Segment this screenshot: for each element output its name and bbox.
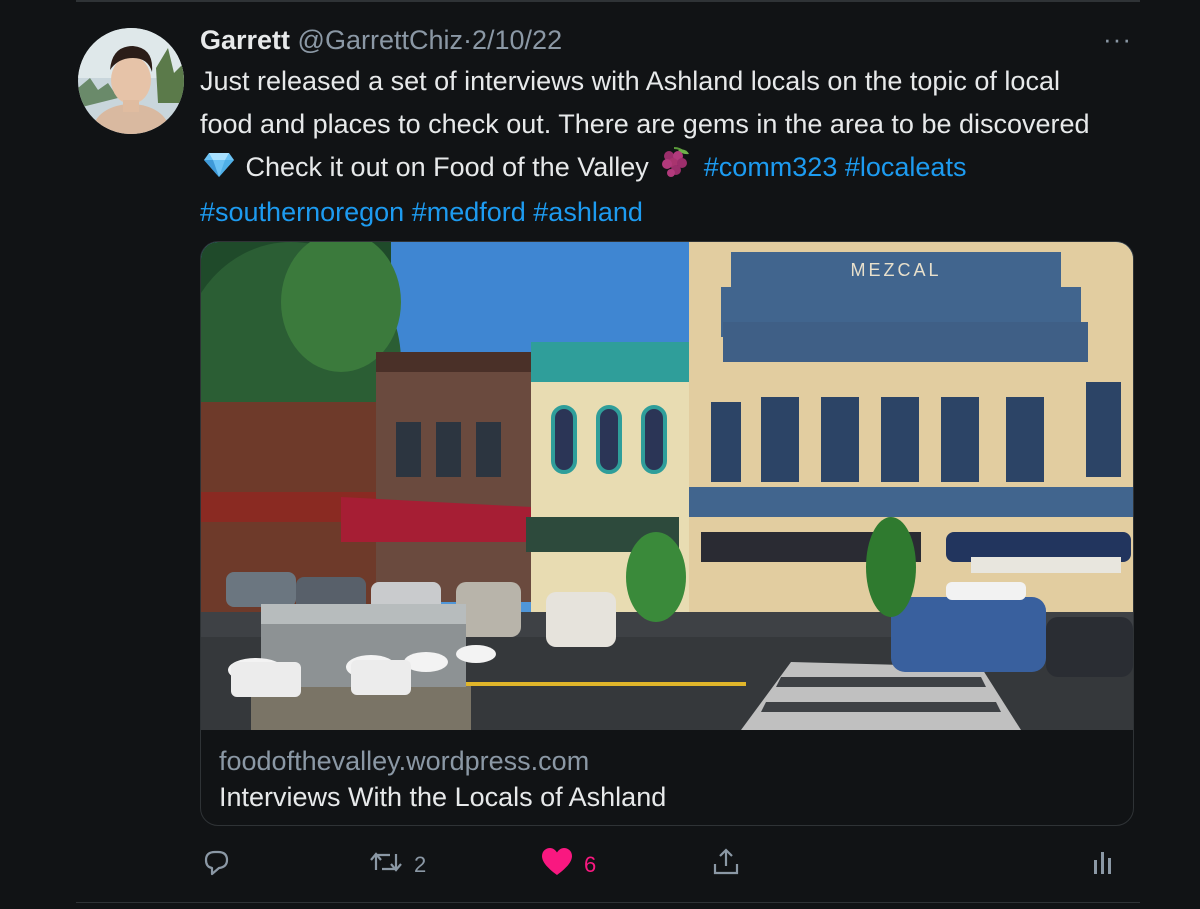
gem-stone-icon xyxy=(204,147,234,190)
tweet[interactable]: Garrett @GarrettChiz·2/10/22 ··· Just re… xyxy=(0,0,1200,909)
tweet-date[interactable]: 2/10/22 xyxy=(472,25,562,55)
avatar[interactable] xyxy=(78,28,184,134)
share-button[interactable] xyxy=(710,845,742,885)
analytics-button[interactable] xyxy=(1090,845,1118,885)
analytics-icon xyxy=(1090,846,1118,884)
mezcal-sign-text: MEZCAL xyxy=(850,260,941,280)
tweet-text-part2: Check it out on Food of the Valley xyxy=(245,152,649,182)
hashtag-medford[interactable]: #medford xyxy=(412,197,526,227)
tweet-header: Garrett @GarrettChiz·2/10/22 xyxy=(200,22,562,58)
author-name[interactable]: Garrett xyxy=(200,25,290,55)
tweet-text: Just released a set of interviews with A… xyxy=(200,60,1110,234)
card-image[interactable]: MEZCAL xyxy=(201,242,1133,730)
hashtag-localeats[interactable]: #localeats xyxy=(845,152,967,182)
grapes-icon xyxy=(660,146,692,191)
heart-icon xyxy=(540,846,574,884)
link-preview-card[interactable]: MEZCAL foodofthevalley.wordpress.com Int… xyxy=(200,241,1134,826)
like-button[interactable]: 6 xyxy=(540,845,596,885)
hashtag-comm323[interactable]: #comm323 xyxy=(704,152,838,182)
bottom-divider xyxy=(76,902,1140,903)
top-divider xyxy=(76,0,1140,2)
tweet-actions: 2 6 xyxy=(200,845,1130,885)
retweet-button[interactable]: 2 xyxy=(368,845,426,885)
hashtag-southernoregon[interactable]: #southernoregon xyxy=(200,197,404,227)
like-count: 6 xyxy=(584,852,597,877)
retweet-icon xyxy=(368,846,404,884)
tweet-text-part1: Just released a set of interviews with A… xyxy=(200,66,1090,139)
author-handle[interactable]: @GarrettChiz xyxy=(298,25,463,55)
card-domain[interactable]: foodofthevalley.wordpress.com xyxy=(219,744,589,778)
share-icon xyxy=(710,846,742,884)
reply-icon xyxy=(200,846,232,884)
hashtag-ashland[interactable]: #ashland xyxy=(533,197,643,227)
more-options-button[interactable]: ··· xyxy=(1103,24,1132,54)
card-title[interactable]: Interviews With the Locals of Ashland xyxy=(219,780,666,814)
separator-dot: · xyxy=(463,25,472,55)
retweet-count: 2 xyxy=(414,852,427,877)
reply-button[interactable] xyxy=(200,845,242,885)
